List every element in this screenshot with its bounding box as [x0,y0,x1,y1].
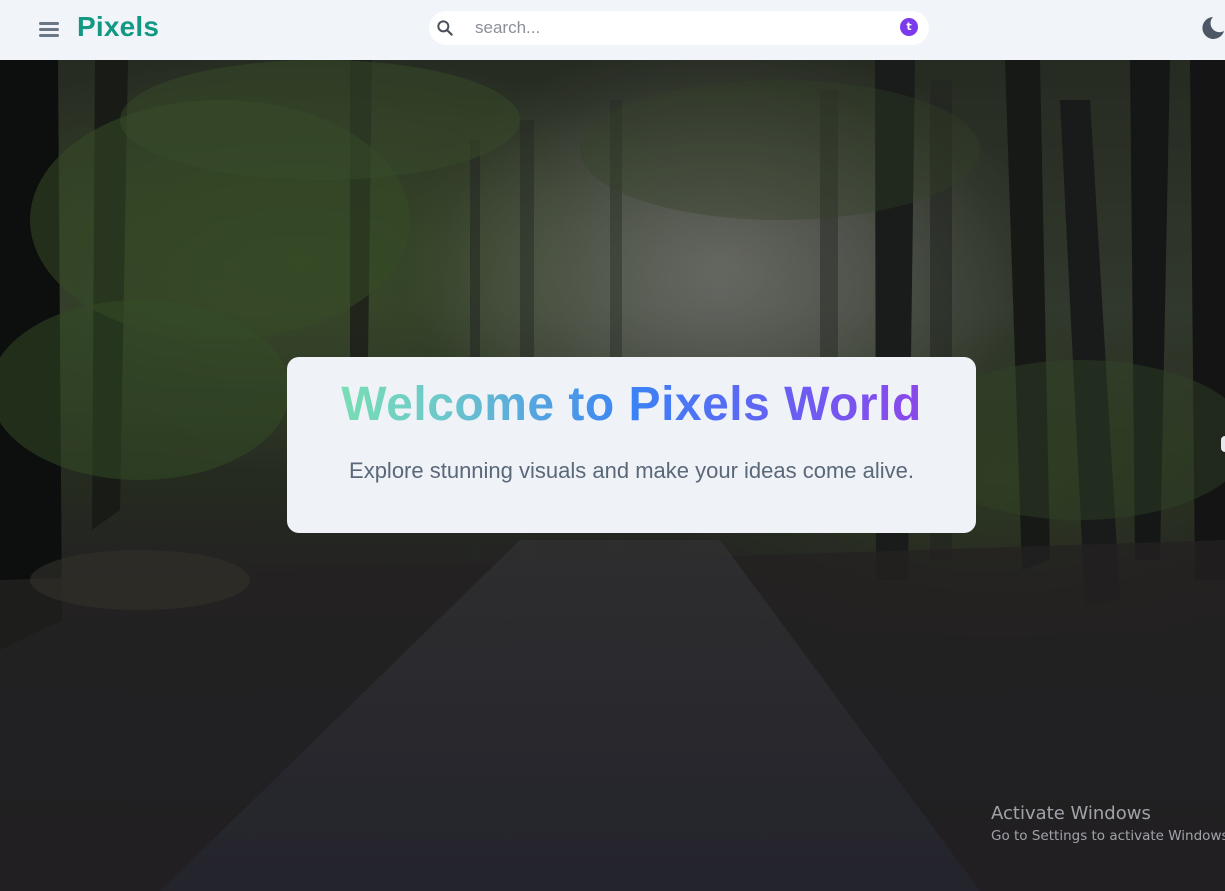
welcome-subtitle: Explore stunning visuals and make your i… [349,458,914,483]
activate-windows-watermark: Activate Windows Go to Settings to activ… [991,803,1225,845]
site-logo[interactable]: Pixels [77,11,159,43]
edge-handle[interactable] [1221,436,1225,452]
moon-icon[interactable] [1197,14,1225,42]
extension-badge-icon[interactable]: t [900,18,918,36]
search-input[interactable] [475,15,885,41]
search-bar[interactable]: t [429,11,929,45]
search-icon[interactable] [435,18,455,38]
hamburger-menu-icon[interactable] [34,15,64,43]
top-navbar: Pixels t [0,0,1225,60]
welcome-card: Welcome to Pixels World Explore stunning… [287,357,976,533]
welcome-title: Welcome to Pixels World [287,357,976,433]
watermark-title: Activate Windows [991,803,1151,824]
watermark-subtitle: Go to Settings to activate Windows. [991,828,1225,844]
page: Pixels t [0,0,1225,891]
